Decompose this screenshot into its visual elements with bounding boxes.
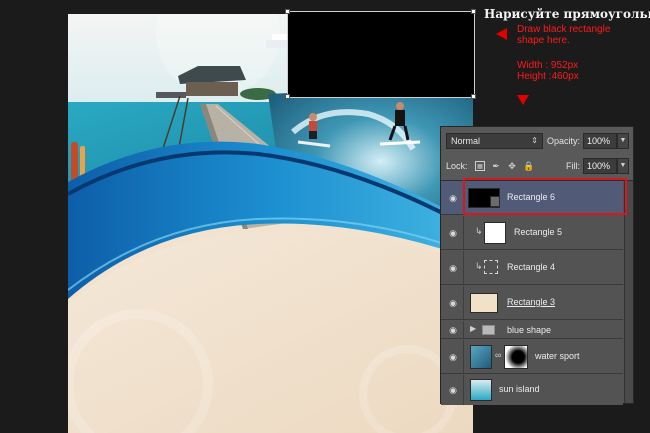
layer-name: water sport xyxy=(535,351,580,361)
chevron-updown-icon: ⇕ xyxy=(531,136,538,145)
blend-mode-select[interactable]: Normal ⇕ xyxy=(446,133,543,149)
layer-water-sport[interactable]: ◉ ∞ water sport xyxy=(441,340,623,374)
lock-brush-icon[interactable]: ✒ xyxy=(491,161,501,171)
layer-name: Rectangle 3 xyxy=(507,297,556,307)
layer-thumbnail xyxy=(470,379,492,401)
lock-label: Lock: xyxy=(446,161,468,171)
visibility-eye-icon[interactable]: ◉ xyxy=(447,298,459,308)
layer-divider xyxy=(463,321,464,338)
red-arrow-left-icon xyxy=(496,28,507,40)
layer-name: Rectangle 5 xyxy=(514,227,563,237)
transform-handle-bottom-right[interactable] xyxy=(471,94,476,99)
visibility-eye-icon[interactable]: ◉ xyxy=(447,263,459,273)
opacity-dropdown-button[interactable]: ▼ xyxy=(617,133,629,149)
fill-label: Fill: xyxy=(566,161,580,171)
transform-handle-bottom-left[interactable] xyxy=(285,94,290,99)
layer-thumbnail xyxy=(484,222,506,244)
clipping-arrow-icon: ↳ xyxy=(475,226,483,236)
lock-move-icon[interactable]: ✥ xyxy=(507,161,517,171)
layer-mask-thumbnail xyxy=(504,345,528,369)
annotation-width: Width : 952px xyxy=(517,60,579,71)
layer-divider xyxy=(463,251,464,284)
transform-handle-top-right[interactable] xyxy=(471,9,476,14)
transform-handle-top-left[interactable] xyxy=(285,9,290,14)
red-arrow-down-icon xyxy=(517,95,529,105)
layer-name: Rectangle 4 xyxy=(507,262,556,272)
fill-dropdown-button[interactable]: ▼ xyxy=(617,158,629,174)
visibility-eye-icon[interactable]: ◉ xyxy=(447,228,459,238)
layer-thumbnail xyxy=(470,345,492,369)
layer-divider xyxy=(463,340,464,373)
fill-field[interactable]: 100% xyxy=(583,158,617,174)
selected-layer-highlight xyxy=(463,178,627,215)
link-chain-icon: ∞ xyxy=(495,350,502,360)
layer-divider xyxy=(463,375,464,405)
layer-group-blue-shape[interactable]: ◉ ▶ blue shape xyxy=(441,321,623,339)
layer-rectangle-4[interactable]: ◉ ↳ Rectangle 4 xyxy=(441,251,623,285)
layers-panel-options: Normal ⇕ Opacity: 100% ▼ Lock: ▦ ✒ ✥ 🔒 F… xyxy=(441,127,633,181)
layer-thumbnail xyxy=(484,260,498,274)
clipping-arrow-icon: ↳ xyxy=(475,261,483,271)
layer-thumbnail xyxy=(470,293,498,313)
annotation-height: Height :460px xyxy=(517,71,579,82)
annotation-instruction-line1: Draw black rectangle xyxy=(517,24,611,35)
visibility-eye-icon[interactable]: ◉ xyxy=(447,385,459,395)
annotation-title: Нарисуйте прямоугольник xyxy=(484,7,650,21)
folder-icon xyxy=(482,325,495,335)
expand-triangle-icon[interactable]: ▶ xyxy=(470,324,476,333)
layer-rectangle-3[interactable]: ◉ Rectangle 3 xyxy=(441,286,623,320)
layer-divider xyxy=(463,216,464,249)
annotation-instruction-line2: shape here. xyxy=(517,35,570,46)
black-rectangle-shape[interactable] xyxy=(287,11,475,98)
layers-panel: Normal ⇕ Opacity: 100% ▼ Lock: ▦ ✒ ✥ 🔒 F… xyxy=(440,126,634,405)
visibility-eye-icon[interactable]: ◉ xyxy=(447,193,459,203)
layer-name: sun island xyxy=(499,384,540,394)
lock-all-icon[interactable]: 🔒 xyxy=(523,161,534,171)
opacity-field[interactable]: 100% xyxy=(583,133,617,149)
layer-rectangle-5[interactable]: ◉ ↳ Rectangle 5 xyxy=(441,216,623,250)
visibility-eye-icon[interactable]: ◉ xyxy=(447,352,459,362)
opacity-label: Opacity: xyxy=(547,136,581,146)
blend-mode-value: Normal xyxy=(451,136,481,146)
lock-transparent-icon[interactable]: ▦ xyxy=(475,161,485,171)
layer-divider xyxy=(463,286,464,319)
layer-sun-island[interactable]: ◉ sun island xyxy=(441,375,623,405)
visibility-eye-icon[interactable]: ◉ xyxy=(447,325,459,335)
layer-name: blue shape xyxy=(507,325,552,335)
